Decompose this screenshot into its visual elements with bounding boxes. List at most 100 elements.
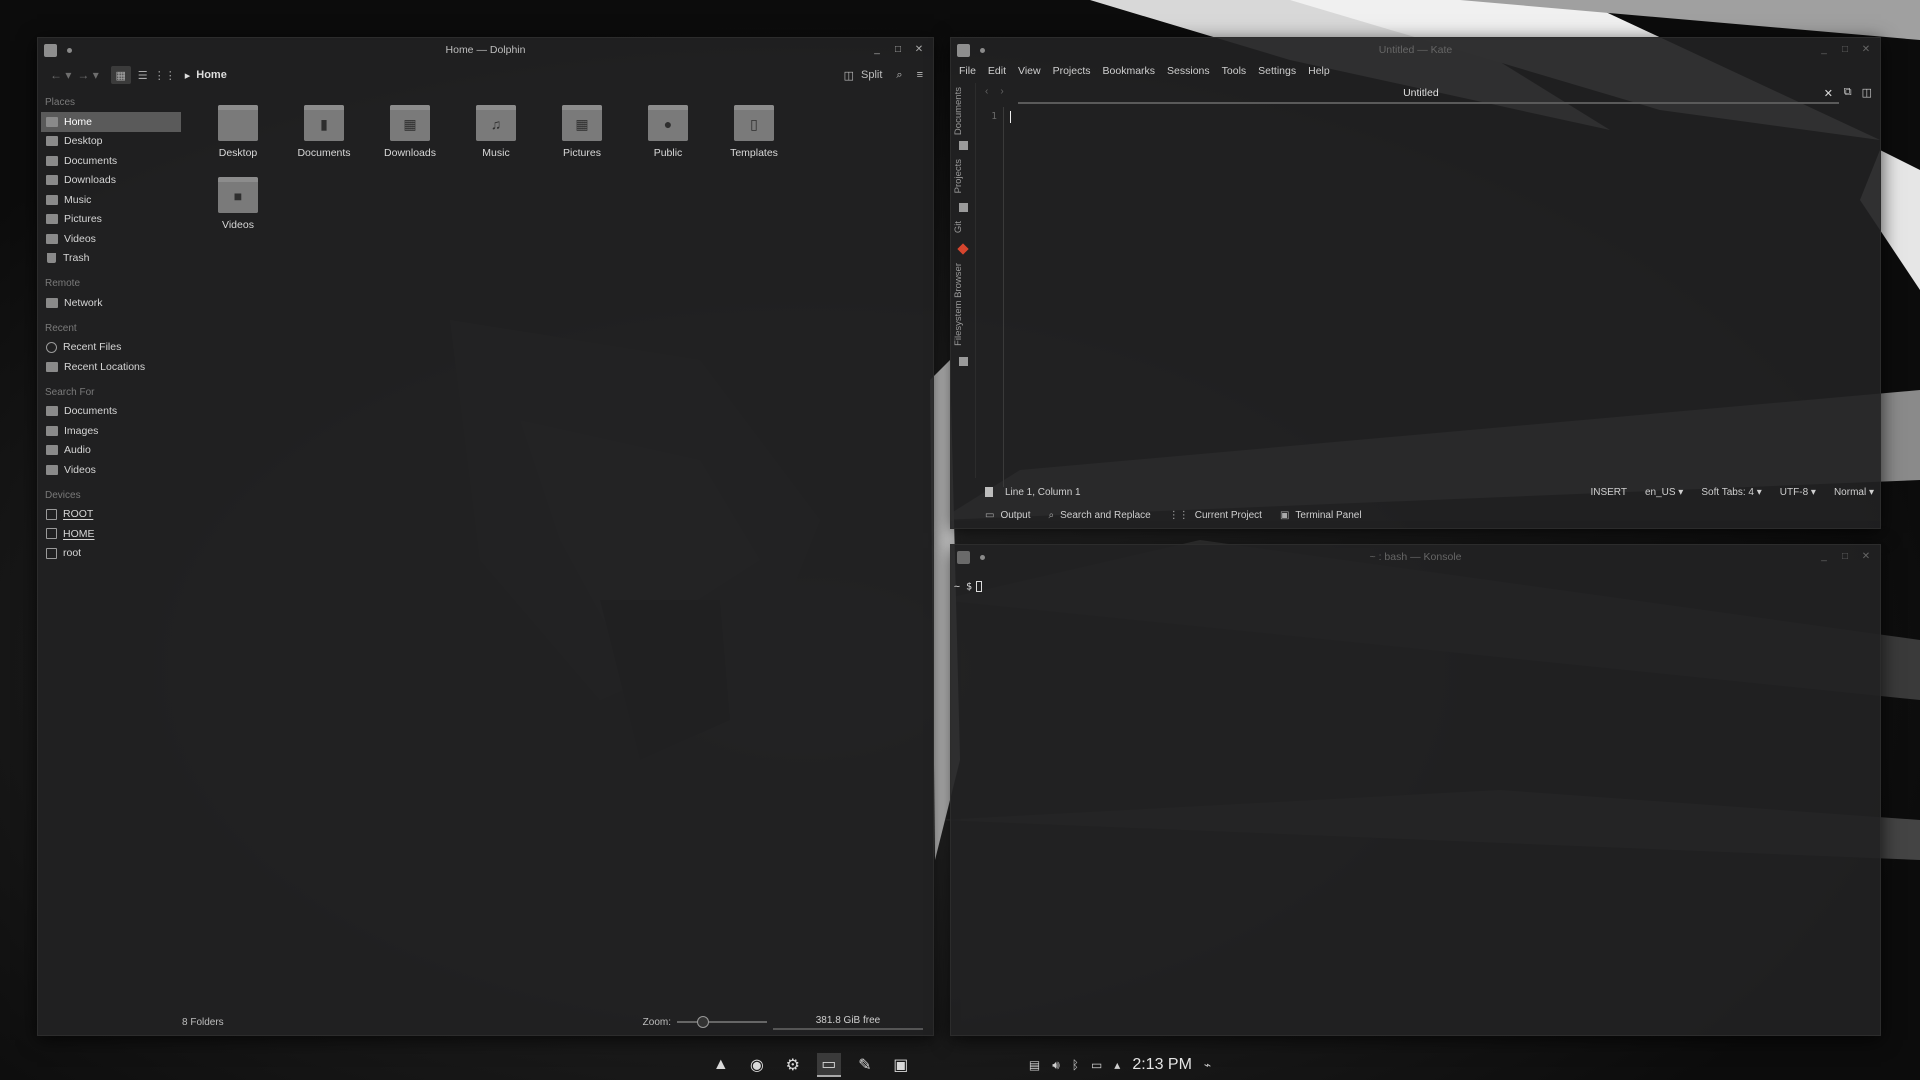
hamburger-menu-icon[interactable]: ≡ xyxy=(917,69,923,81)
sidebar-item-videos[interactable]: Videos xyxy=(41,460,181,480)
menu-settings[interactable]: Settings xyxy=(1258,65,1296,77)
tab-git[interactable]: Git xyxy=(953,221,964,233)
dolphin-titlebar[interactable]: Home — Dolphin _ □ ✕ xyxy=(38,38,933,62)
clock[interactable]: 2:13 PM xyxy=(1132,1056,1192,1074)
breadcrumb-arrow-icon[interactable]: ▸ xyxy=(185,69,191,82)
dolphin-window[interactable]: Home — Dolphin _ □ ✕ ← ▾ → ▾ ▦ ☰ ⋮⋮ ▸ Ho… xyxy=(37,37,934,1036)
back-button[interactable]: ← ▾ xyxy=(50,68,71,82)
menu-bookmarks[interactable]: Bookmarks xyxy=(1103,65,1156,77)
folder-item-public[interactable]: ● Public xyxy=(623,101,713,159)
tab-untitled[interactable]: Untitled xyxy=(1018,87,1824,99)
filesystem-icon[interactable] xyxy=(959,357,968,366)
pin-icon[interactable] xyxy=(67,47,72,53)
input-mode-select[interactable]: Normal ▾ xyxy=(1834,487,1874,498)
breadcrumb-home[interactable]: Home xyxy=(196,69,227,81)
close-button[interactable]: ✕ xyxy=(1861,552,1871,562)
kate-window[interactable]: Untitled — Kate _ □ ✕ File Edit View Projec… xyxy=(950,37,1881,529)
menu-sessions[interactable]: Sessions xyxy=(1167,65,1210,77)
sidebar-item-pictures[interactable]: Pictures xyxy=(41,210,181,230)
pin-icon[interactable] xyxy=(980,554,985,560)
menu-projects[interactable]: Projects xyxy=(1053,65,1091,77)
folder-item-documents[interactable]: ▮ Documents xyxy=(279,101,369,159)
maximize-button[interactable]: □ xyxy=(1840,552,1850,562)
menu-tools[interactable]: Tools xyxy=(1222,65,1247,77)
sidebar-item-network[interactable]: Network xyxy=(41,293,181,313)
encoding-select[interactable]: UTF-8 ▾ xyxy=(1780,487,1816,498)
sidebar-item-recent-locations[interactable]: Recent Locations xyxy=(41,357,181,377)
sidebar-item-downloads[interactable]: Downloads xyxy=(41,171,181,191)
menu-help[interactable]: Help xyxy=(1308,65,1330,77)
tab-left-arrow-icon[interactable]: ‹ xyxy=(985,86,988,97)
sidebar-item-recent-files[interactable]: Recent Files xyxy=(41,338,181,358)
sidebar-item-root[interactable]: ROOT xyxy=(41,505,181,525)
minimize-button[interactable]: _ xyxy=(1819,45,1829,55)
sidebar-item-desktop[interactable]: Desktop xyxy=(41,132,181,152)
tab-right-arrow-icon[interactable]: › xyxy=(1000,86,1003,97)
sidebar-item-documents[interactable]: Documents xyxy=(41,402,181,422)
zoom-slider-knob[interactable] xyxy=(697,1016,709,1028)
minimize-button[interactable]: _ xyxy=(872,45,882,55)
terminal-area[interactable]: ~ $ xyxy=(954,581,1880,1035)
chromium-icon[interactable]: ◉ xyxy=(745,1053,769,1077)
konsole-icon[interactable]: ▣ xyxy=(889,1053,913,1077)
quick-open-icon[interactable]: ⧉ xyxy=(1844,86,1852,99)
free-space-indicator[interactable]: 381.8 GiB free xyxy=(773,1015,923,1030)
compact-view-button[interactable]: ☰ xyxy=(133,66,153,84)
folder-item-templates[interactable]: ▯ Templates xyxy=(709,101,799,159)
sidebar-item-home[interactable]: HOME xyxy=(41,524,181,544)
menu-edit[interactable]: Edit xyxy=(988,65,1006,77)
sidebar-item-videos[interactable]: Videos xyxy=(41,229,181,249)
menu-file[interactable]: File xyxy=(959,65,976,77)
tab-documents[interactable]: Documents xyxy=(953,87,964,135)
tab-projects[interactable]: Projects xyxy=(953,159,964,193)
folder-item-videos[interactable]: ■ Videos xyxy=(193,173,283,231)
sidebar-item-root[interactable]: root xyxy=(41,544,181,564)
arch-launcher-icon[interactable]: ▲ xyxy=(709,1053,733,1077)
folder-item-downloads[interactable]: ▦ Downloads xyxy=(365,101,455,159)
kate-icon[interactable]: ✎ xyxy=(853,1053,877,1077)
menu-view[interactable]: View xyxy=(1018,65,1041,77)
pin-icon[interactable] xyxy=(980,47,985,53)
terminal-panel-button[interactable]: ▣ Terminal Panel xyxy=(1280,510,1362,521)
search-icon[interactable]: ⌕ xyxy=(896,69,902,82)
maximize-button[interactable]: □ xyxy=(1840,45,1850,55)
kate-titlebar[interactable]: Untitled — Kate _ □ ✕ xyxy=(951,38,1880,62)
folder-icon[interactable] xyxy=(959,203,968,212)
maximize-button[interactable]: □ xyxy=(893,45,903,55)
close-button[interactable]: ✕ xyxy=(1861,45,1871,55)
sidebar-item-music[interactable]: Music xyxy=(41,190,181,210)
sidebar-item-documents[interactable]: Documents xyxy=(41,151,181,171)
output-panel-button[interactable]: ▭ Output xyxy=(985,510,1030,521)
display-icon[interactable]: ▭ xyxy=(1091,1058,1102,1072)
dolphin-app-icon[interactable] xyxy=(44,43,57,57)
folder-item-desktop[interactable]: Desktop xyxy=(193,101,283,159)
tab-filesystem-browser[interactable]: Filesystem Browser xyxy=(953,263,964,346)
folder-item-pictures[interactable]: ▦ Pictures xyxy=(537,101,627,159)
sidebar-item-images[interactable]: Images xyxy=(41,421,181,441)
network-icon[interactable]: ⌁ xyxy=(1204,1058,1211,1072)
sidebar-item-audio[interactable]: Audio xyxy=(41,441,181,461)
steam-icon[interactable]: ⚙ xyxy=(781,1053,805,1077)
minimize-button[interactable]: _ xyxy=(1819,552,1829,562)
sidebar-item-home[interactable]: Home xyxy=(41,112,181,132)
konsole-window[interactable]: ~ : bash — Konsole _ □ ✕ ~ $ xyxy=(950,544,1881,1036)
documents-icon[interactable] xyxy=(959,141,968,150)
details-view-button[interactable]: ⋮⋮ xyxy=(154,66,176,84)
cursor-position[interactable]: Line 1, Column 1 xyxy=(1005,487,1081,498)
current-project-panel-button[interactable]: ⋮⋮ Current Project xyxy=(1169,510,1262,521)
folder-item-music[interactable]: ♫ Music xyxy=(451,101,541,159)
forward-button[interactable]: → ▾ xyxy=(77,68,98,82)
zoom-slider[interactable] xyxy=(677,1016,767,1028)
konsole-titlebar[interactable]: ~ : bash — Konsole _ □ ✕ xyxy=(951,545,1880,569)
git-icon[interactable] xyxy=(957,243,969,255)
search-replace-panel-button[interactable]: ⌕ Search and Replace xyxy=(1048,510,1150,521)
bluetooth-icon[interactable]: ᛒ xyxy=(1072,1058,1079,1072)
dictionary-select[interactable]: en_US ▾ xyxy=(1645,487,1683,498)
indentation-select[interactable]: Soft Tabs: 4 ▾ xyxy=(1701,487,1761,498)
sidebar-item-trash[interactable]: Trash xyxy=(41,249,181,269)
konsole-app-icon[interactable] xyxy=(957,550,970,564)
close-button[interactable]: ✕ xyxy=(914,45,924,55)
text-editor[interactable]: 1 xyxy=(977,107,1840,487)
icons-view-button[interactable]: ▦ xyxy=(110,66,131,84)
insert-mode[interactable]: INSERT xyxy=(1590,487,1627,498)
